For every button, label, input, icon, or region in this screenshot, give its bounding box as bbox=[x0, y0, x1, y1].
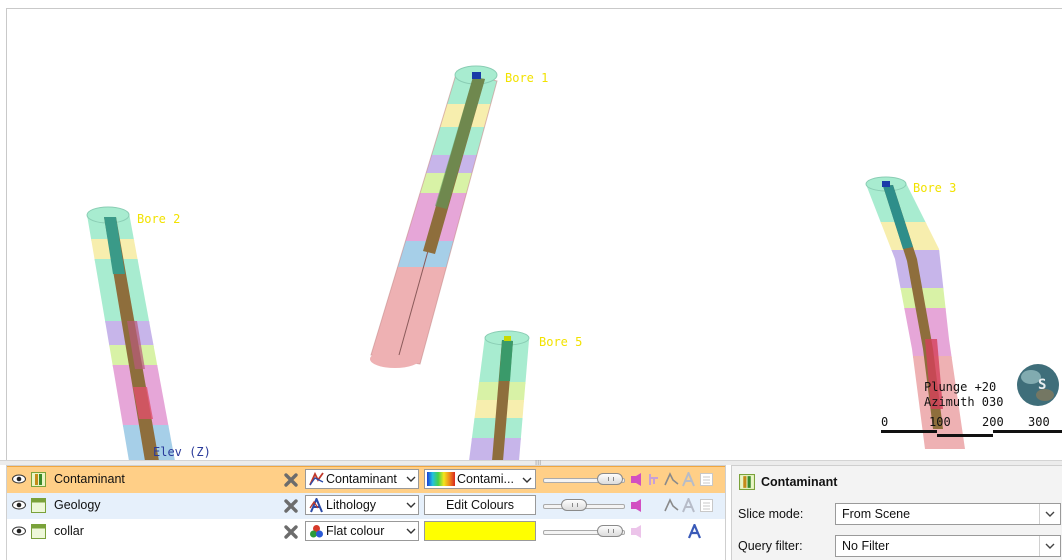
legend-icon[interactable] bbox=[699, 472, 714, 487]
elevation-axis-label: Elev (Z) bbox=[153, 445, 211, 459]
slice-mode-label: Slice mode: bbox=[738, 507, 804, 521]
style-value: Contaminant bbox=[326, 472, 397, 486]
layer-name: collar bbox=[54, 524, 84, 538]
chevron-down-icon[interactable] bbox=[406, 525, 416, 537]
colour-map-label: Contami... bbox=[457, 472, 514, 486]
style-select[interactable]: Flat colour bbox=[305, 521, 419, 541]
remove-layer-icon[interactable] bbox=[283, 472, 299, 488]
colour-ramp-swatch bbox=[427, 472, 455, 486]
label-icon[interactable] bbox=[687, 524, 702, 539]
scale-tick-label: 200 bbox=[982, 415, 1004, 429]
bore-label: Bore 1 bbox=[505, 71, 549, 85]
eye-icon[interactable] bbox=[12, 474, 26, 484]
chevron-down-icon[interactable] bbox=[1039, 504, 1060, 524]
azimuth-text: Azimuth 030 bbox=[924, 395, 1004, 409]
label-icon[interactable] bbox=[681, 472, 696, 487]
slice-mode-value: From Scene bbox=[842, 507, 911, 521]
bore-label: Bore 2 bbox=[137, 212, 181, 226]
scale-tick-label: 300 bbox=[1028, 415, 1050, 429]
opacity-slider[interactable] bbox=[543, 499, 625, 511]
style-select[interactable]: Contaminant bbox=[305, 469, 419, 489]
slider-thumb[interactable] bbox=[561, 499, 587, 511]
query-filter-label: Query filter: bbox=[738, 539, 803, 553]
chevron-down-icon[interactable] bbox=[406, 473, 416, 485]
properties-panel: Contaminant Slice mode: From Scene Query… bbox=[731, 465, 1062, 560]
trace-tool-icon[interactable] bbox=[646, 472, 661, 487]
layer-name: Geology bbox=[54, 498, 101, 512]
orientation-readout: Plunge +20 Azimuth 030 bbox=[924, 380, 1003, 410]
label-icon[interactable] bbox=[681, 498, 696, 513]
slider-thumb[interactable] bbox=[597, 525, 623, 537]
highlight-icon[interactable] bbox=[629, 472, 644, 487]
drillhole-table-icon bbox=[739, 474, 755, 490]
flat-colour-swatch[interactable] bbox=[424, 521, 536, 541]
plunge-text: Plunge +20 bbox=[924, 380, 997, 394]
chevron-down-icon[interactable] bbox=[522, 474, 532, 486]
eye-icon[interactable] bbox=[12, 500, 26, 510]
flat-colour-icon bbox=[310, 525, 323, 538]
bore-1-trace[interactable] bbox=[347, 64, 517, 368]
bore-5-trace[interactable] bbox=[462, 330, 537, 461]
highlight-icon[interactable] bbox=[629, 498, 644, 513]
contaminant-style-icon bbox=[309, 472, 324, 486]
layer-row-contaminant[interactable]: Contaminant Contaminant Contami... bbox=[7, 466, 725, 494]
properties-title: Contaminant bbox=[761, 475, 838, 489]
query-filter-value: No Filter bbox=[842, 539, 890, 553]
legend-icon[interactable] bbox=[699, 498, 714, 513]
table-icon bbox=[31, 498, 46, 513]
table-icon bbox=[31, 524, 46, 539]
query-filter-select[interactable]: No Filter bbox=[835, 535, 1061, 557]
drillhole-table-icon bbox=[31, 472, 46, 487]
remove-layer-icon[interactable] bbox=[283, 524, 299, 540]
edit-colours-label: Edit Colours bbox=[445, 498, 515, 512]
scale-tick-label: 100 bbox=[929, 415, 951, 429]
style-value: Flat colour bbox=[326, 524, 385, 538]
remove-layer-icon[interactable] bbox=[283, 498, 299, 514]
bore-3-trace[interactable] bbox=[857, 176, 977, 456]
layer-name: Contaminant bbox=[54, 472, 125, 486]
chevron-down-icon[interactable] bbox=[1039, 536, 1060, 556]
scale-bar bbox=[881, 430, 1062, 437]
line-style-icon[interactable] bbox=[664, 472, 679, 487]
opacity-slider[interactable] bbox=[543, 525, 625, 537]
bore-label: Bore 3 bbox=[913, 181, 957, 195]
lithology-style-icon bbox=[309, 498, 323, 513]
eye-icon[interactable] bbox=[12, 526, 26, 536]
layer-row-collar[interactable]: collar Flat colour bbox=[7, 519, 725, 545]
bore-2-trace[interactable] bbox=[77, 206, 187, 461]
line-style-icon[interactable] bbox=[664, 498, 679, 513]
style-select[interactable]: Lithology bbox=[305, 495, 419, 515]
bore-label: Bore 5 bbox=[539, 335, 583, 349]
highlight-icon[interactable] bbox=[629, 524, 644, 539]
slice-mode-select[interactable]: From Scene bbox=[835, 503, 1061, 525]
chevron-down-icon[interactable] bbox=[406, 499, 416, 511]
3d-scene-viewport[interactable]: Bore 1 Bore 2 Bore 5 Bore 3 Elev (Z) Plu… bbox=[6, 8, 1062, 461]
layer-row-geology[interactable]: Geology Lithology Edit Colours bbox=[7, 493, 725, 519]
scale-tick-label: 0 bbox=[881, 415, 889, 429]
colour-map-button[interactable]: Contami... bbox=[424, 469, 536, 489]
slider-thumb[interactable] bbox=[597, 473, 623, 485]
opacity-slider[interactable] bbox=[543, 473, 625, 485]
style-value: Lithology bbox=[326, 498, 377, 512]
scene-layers-list: Contaminant Contaminant Contami... Geolo… bbox=[6, 465, 726, 560]
edit-colours-button[interactable]: Edit Colours bbox=[424, 495, 536, 515]
compass-letter: S bbox=[1038, 377, 1047, 393]
